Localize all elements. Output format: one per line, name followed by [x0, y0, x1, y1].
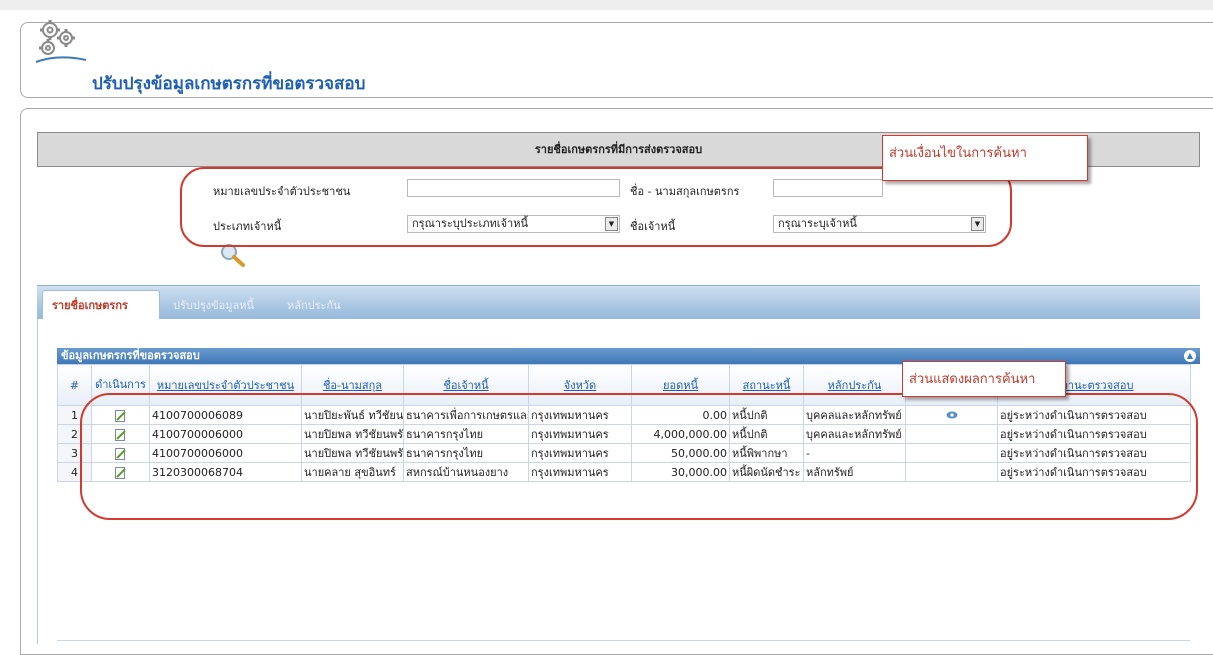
tab-update-debt[interactable]: ปรับปรุงข้อมูลหนี้	[173, 296, 254, 314]
column-header[interactable]: #	[57, 364, 92, 406]
grid-bottom-border	[57, 640, 1190, 641]
results-area-highlight	[80, 393, 1198, 520]
tab-collateral[interactable]: หลักประกัน	[287, 296, 341, 314]
collapse-icon[interactable]: ▲	[1184, 350, 1196, 362]
tab-farmer-list[interactable]: รายชื่อเกษตรกร	[52, 296, 128, 314]
gears-icon	[35, 20, 87, 63]
results-callout: ส่วนแสดงผลการค้นหา	[902, 361, 1066, 397]
search-callout: ส่วนเงื่อนไขในการค้นหา	[882, 135, 1088, 181]
page-title: ปรับปรุงข้อมูลเกษตรกรที่ขอตรวจสอบ	[92, 74, 366, 94]
top-strip	[0, 0, 1213, 10]
